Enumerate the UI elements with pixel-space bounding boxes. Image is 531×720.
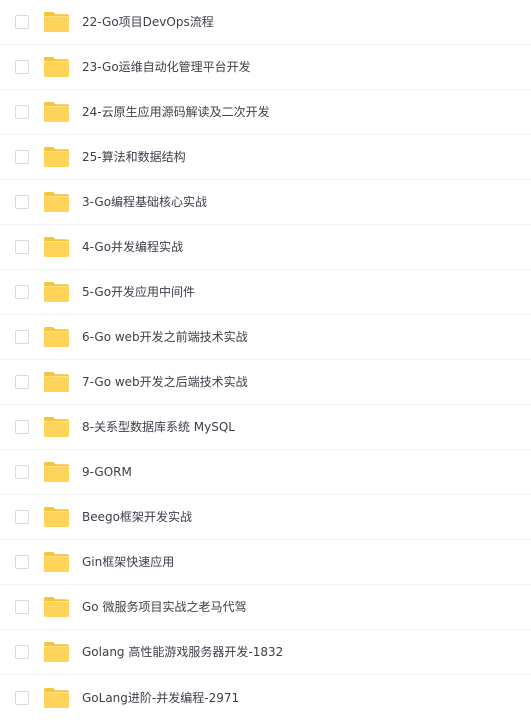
select-checkbox[interactable] <box>15 150 29 164</box>
list-item[interactable]: 9-GORM <box>0 450 531 495</box>
list-item[interactable]: 4-Go并发编程实战 <box>0 225 531 270</box>
folder-icon <box>44 687 69 708</box>
folder-name[interactable]: 4-Go并发编程实战 <box>82 241 183 253</box>
folder-icon <box>44 147 69 167</box>
folder-name[interactable]: Go 微服务项目实战之老马代驾 <box>82 601 246 613</box>
folder-icon <box>44 57 69 77</box>
select-checkbox[interactable] <box>15 465 29 479</box>
select-checkbox[interactable] <box>15 600 29 614</box>
folder-name[interactable]: GoLang进阶-并发编程-2971 <box>82 692 239 704</box>
folder-name[interactable]: Beego框架开发实战 <box>82 511 192 523</box>
list-item[interactable]: Beego框架开发实战 <box>0 495 531 540</box>
folder-name[interactable]: 8-关系型数据库系统 MySQL <box>82 421 235 433</box>
list-item[interactable]: 6-Go web开发之前端技术实战 <box>0 315 531 360</box>
folder-icon <box>44 282 69 302</box>
list-item[interactable]: GoLang进阶-并发编程-2971 <box>0 675 531 720</box>
select-checkbox[interactable] <box>15 60 29 74</box>
folder-icon <box>44 462 69 482</box>
list-item[interactable]: 22-Go项目DevOps流程 <box>0 0 531 45</box>
folder-name[interactable]: 25-算法和数据结构 <box>82 151 186 163</box>
folder-icon <box>44 597 69 617</box>
folder-icon <box>44 507 69 527</box>
select-checkbox[interactable] <box>15 15 29 29</box>
folder-name[interactable]: 7-Go web开发之后端技术实战 <box>82 376 248 388</box>
folder-icon <box>44 192 69 212</box>
select-checkbox[interactable] <box>15 105 29 119</box>
select-checkbox[interactable] <box>15 375 29 389</box>
select-checkbox[interactable] <box>15 555 29 569</box>
folder-icon <box>44 237 69 257</box>
select-checkbox[interactable] <box>15 240 29 254</box>
list-item[interactable]: 23-Go运维自动化管理平台开发 <box>0 45 531 90</box>
folder-name[interactable]: 5-Go开发应用中间件 <box>82 286 195 298</box>
select-checkbox[interactable] <box>15 510 29 524</box>
folder-icon <box>44 552 69 572</box>
list-item[interactable]: 24-云原生应用源码解读及二次开发 <box>0 90 531 135</box>
select-checkbox[interactable] <box>15 330 29 344</box>
select-checkbox[interactable] <box>15 645 29 659</box>
folder-name[interactable]: 24-云原生应用源码解读及二次开发 <box>82 106 270 118</box>
folder-name[interactable]: 9-GORM <box>82 466 132 478</box>
list-item[interactable]: 3-Go编程基础核心实战 <box>0 180 531 225</box>
folder-icon <box>44 642 69 662</box>
folder-name[interactable]: 6-Go web开发之前端技术实战 <box>82 331 248 343</box>
folder-icon <box>44 12 69 32</box>
folder-name[interactable]: Golang 高性能游戏服务器开发-1832 <box>82 646 283 658</box>
file-list: 22-Go项目DevOps流程 23-Go运维自动化管理平台开发 24-云原生应… <box>0 0 531 720</box>
folder-name[interactable]: 3-Go编程基础核心实战 <box>82 196 207 208</box>
folder-name[interactable]: 22-Go项目DevOps流程 <box>82 16 214 28</box>
select-checkbox[interactable] <box>15 195 29 209</box>
folder-icon <box>44 102 69 122</box>
select-checkbox[interactable] <box>15 285 29 299</box>
select-checkbox[interactable] <box>15 420 29 434</box>
list-item[interactable]: Go 微服务项目实战之老马代驾 <box>0 585 531 630</box>
select-checkbox[interactable] <box>15 690 29 705</box>
folder-name[interactable]: Gin框架快速应用 <box>82 556 174 568</box>
folder-icon <box>44 372 69 392</box>
folder-icon <box>44 417 69 437</box>
list-item[interactable]: 8-关系型数据库系统 MySQL <box>0 405 531 450</box>
list-item[interactable]: 25-算法和数据结构 <box>0 135 531 180</box>
folder-name[interactable]: 23-Go运维自动化管理平台开发 <box>82 61 251 73</box>
folder-icon <box>44 327 69 347</box>
list-item[interactable]: 7-Go web开发之后端技术实战 <box>0 360 531 405</box>
list-item[interactable]: Gin框架快速应用 <box>0 540 531 585</box>
list-item[interactable]: 5-Go开发应用中间件 <box>0 270 531 315</box>
list-item[interactable]: Golang 高性能游戏服务器开发-1832 <box>0 630 531 675</box>
